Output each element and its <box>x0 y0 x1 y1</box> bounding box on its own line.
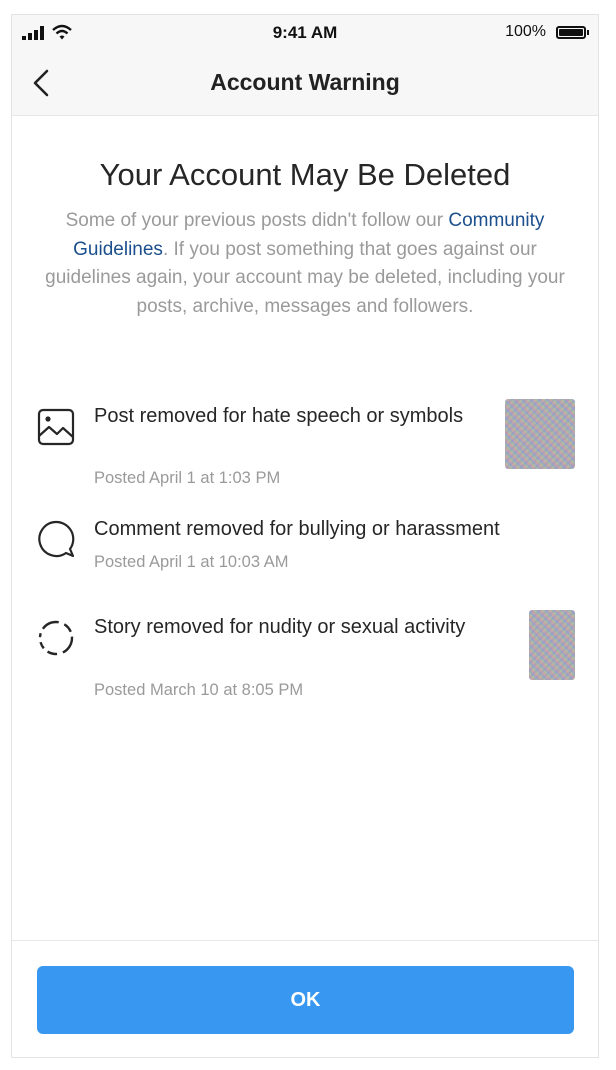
footer-divider <box>12 940 598 941</box>
post-thumbnail[interactable] <box>505 399 575 469</box>
status-bar: 9:41 AM 100% <box>12 15 598 51</box>
ok-button[interactable]: OK <box>37 966 574 1034</box>
warning-description: Some of your previous posts didn't follo… <box>34 207 576 321</box>
violation-text: Story removed for nudity or sexual activ… <box>94 616 466 638</box>
comment-icon <box>38 520 75 558</box>
violation-date: Posted April 1 at 10:03 AM <box>94 553 289 571</box>
story-icon <box>38 620 74 656</box>
image-icon <box>37 408 75 446</box>
phone-screen: 9:41 AM 100% Account Warning Your Accoun… <box>11 14 599 1058</box>
violation-date: Posted March 10 at 8:05 PM <box>94 681 304 699</box>
violation-text: Comment removed for bullying or harassme… <box>94 518 500 540</box>
battery-icon <box>556 26 589 39</box>
nav-bar: Account Warning <box>12 51 598 116</box>
story-thumbnail[interactable] <box>529 610 575 680</box>
warning-heading: Your Account May Be Deleted <box>99 157 511 192</box>
battery-percent: 100% <box>505 23 546 40</box>
violation-date: Posted April 1 at 1:03 PM <box>94 469 281 487</box>
page-title: Account Warning <box>210 69 400 95</box>
description-text: Some of your previous posts didn't follo… <box>65 210 449 231</box>
violation-text: Post removed for hate speech or symbols <box>94 405 464 427</box>
